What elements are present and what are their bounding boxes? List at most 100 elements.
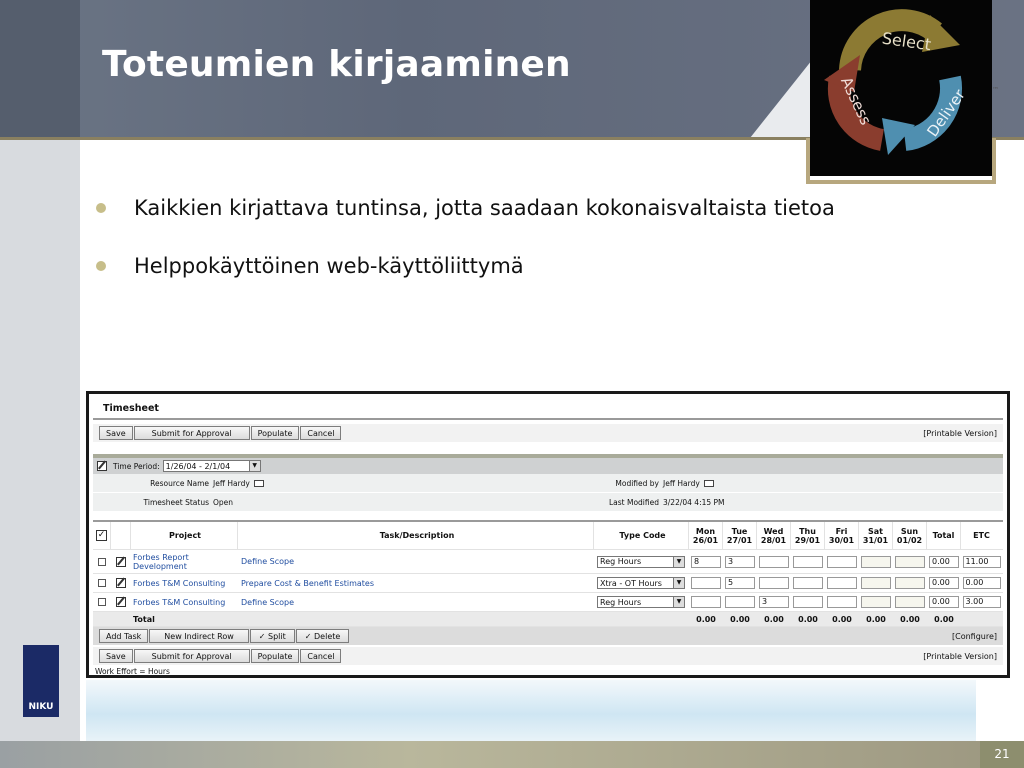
- day-name: Fri: [835, 526, 848, 536]
- save-button[interactable]: Save: [99, 426, 133, 440]
- populate-button[interactable]: Populate: [250, 649, 300, 663]
- hours-input[interactable]: [827, 555, 857, 568]
- add-task-button[interactable]: Add Task: [99, 629, 149, 643]
- cancel-button[interactable]: Cancel: [300, 649, 342, 663]
- chevron-down-icon: ▼: [673, 556, 684, 567]
- etc-input[interactable]: 0.00: [962, 577, 1001, 589]
- trademark-mark: ™: [992, 86, 999, 94]
- hours-input[interactable]: [895, 577, 925, 589]
- printable-version-link[interactable]: [Printable Version]: [923, 652, 997, 661]
- day-name: Thu: [799, 526, 816, 536]
- project-link[interactable]: Forbes T&M Consulting: [131, 598, 238, 607]
- bullet-text: Helppokäyttöinen web-käyttöliittymä: [134, 254, 524, 278]
- type-code-select[interactable]: Xtra - OT Hours ▼: [597, 577, 685, 589]
- time-period-bar: Time Period: 1/26/04 - 2/1/04 ▼: [93, 454, 1003, 474]
- etc-input[interactable]: 3.00: [962, 596, 1001, 608]
- day-name: Mon: [695, 526, 716, 536]
- hours-input[interactable]: [827, 596, 857, 608]
- bullet-dot-icon: [96, 203, 106, 213]
- day-date: 28/01: [760, 535, 787, 545]
- type-code-select[interactable]: Reg Hours ▼: [597, 555, 685, 568]
- hours-input[interactable]: [759, 555, 789, 568]
- slide-title: Toteumien kirjaaminen: [102, 44, 571, 85]
- mail-icon[interactable]: [703, 479, 714, 487]
- day-header: Thu 29/01: [791, 521, 825, 550]
- select-all-checkbox[interactable]: ✓: [96, 530, 107, 541]
- resource-name-value: Jeff Hardy: [213, 478, 250, 488]
- cancel-button[interactable]: Cancel: [300, 426, 342, 440]
- row-checkbox[interactable]: [98, 557, 106, 566]
- populate-button[interactable]: Populate: [250, 426, 300, 440]
- edit-icon[interactable]: [116, 597, 126, 607]
- etc-input[interactable]: 11.00: [962, 555, 1001, 568]
- hours-input[interactable]: 3: [725, 555, 755, 568]
- row-checkbox[interactable]: [98, 579, 106, 587]
- hours-input[interactable]: [691, 577, 721, 589]
- hours-input[interactable]: [827, 577, 857, 589]
- edit-icon[interactable]: [116, 556, 126, 567]
- submit-for-approval-button[interactable]: Submit for Approval: [133, 426, 250, 440]
- printable-version-link[interactable]: [Printable Version]: [923, 429, 997, 438]
- hours-input[interactable]: [895, 555, 925, 568]
- mail-icon[interactable]: [253, 479, 264, 487]
- day-header: Sat 31/01: [859, 521, 893, 550]
- work-effort-note: Work Effort = Hours: [95, 667, 170, 676]
- hours-input[interactable]: 5: [725, 577, 755, 589]
- hours-input[interactable]: [725, 596, 755, 608]
- row-total: 0.00: [929, 555, 959, 568]
- task-link[interactable]: Define Scope: [238, 557, 594, 566]
- project-header[interactable]: Project: [131, 521, 238, 550]
- project-link[interactable]: Forbes T&M Consulting: [131, 579, 238, 588]
- niku-logo-text: NIKU: [28, 702, 54, 712]
- submit-for-approval-button[interactable]: Submit for Approval: [133, 649, 250, 663]
- edit-icon[interactable]: [97, 461, 107, 471]
- hours-input[interactable]: [793, 555, 823, 568]
- hours-input[interactable]: [861, 555, 891, 568]
- timesheet-title: Timesheet: [93, 394, 1003, 420]
- task-link[interactable]: Define Scope: [238, 598, 594, 607]
- day-date: 30/01: [828, 535, 855, 545]
- row-checkbox[interactable]: [98, 598, 106, 606]
- last-modified-value: 3/22/04 4:15 PM: [663, 497, 725, 507]
- task-link[interactable]: Prepare Cost & Benefit Estimates: [238, 579, 594, 588]
- hours-input[interactable]: [759, 577, 789, 589]
- hours-input[interactable]: 8: [691, 555, 721, 568]
- status-row: Timesheet Status Open: [93, 493, 543, 512]
- resource-name-label: Resource Name: [150, 478, 209, 488]
- hours-input[interactable]: [861, 577, 891, 589]
- title-bar-accent: [750, 60, 812, 138]
- day-total: 0.00: [866, 614, 886, 624]
- project-link[interactable]: Forbes Report Development: [131, 553, 238, 571]
- top-toolbar: Save Submit for Approval Populate Cancel…: [93, 424, 1003, 442]
- time-period-select[interactable]: 1/26/04 - 2/1/04 ▼: [162, 460, 261, 472]
- day-date: 29/01: [794, 535, 821, 545]
- save-button[interactable]: Save: [99, 649, 133, 663]
- time-period-label: Time Period:: [113, 461, 160, 471]
- day-header: Fri 30/01: [825, 521, 859, 550]
- hours-input[interactable]: [793, 577, 823, 589]
- hours-input[interactable]: [895, 596, 925, 608]
- day-total: 0.00: [764, 614, 784, 624]
- table-row: Forbes T&M Consulting Define Scope Reg H…: [93, 593, 1003, 612]
- split-button[interactable]: ✓ Split: [249, 629, 295, 643]
- hours-input[interactable]: [793, 596, 823, 608]
- hours-input[interactable]: [691, 596, 721, 608]
- edit-icon[interactable]: [116, 578, 126, 588]
- grand-total: 0.00: [934, 614, 954, 624]
- chevron-down-icon: ▼: [248, 461, 260, 471]
- action-toolbar: Add Task New Indirect Row ✓ Split ✓ Dele…: [93, 627, 1003, 645]
- day-name: Sat: [868, 526, 883, 536]
- type-code-header[interactable]: Type Code: [594, 521, 689, 550]
- chevron-down-icon: ▼: [673, 597, 684, 607]
- hours-input[interactable]: [861, 596, 891, 608]
- task-header[interactable]: Task/Description: [238, 521, 594, 550]
- chevron-down-icon: ▼: [673, 578, 684, 588]
- configure-link[interactable]: [Configure]: [952, 632, 997, 641]
- type-code-select[interactable]: Reg Hours ▼: [597, 596, 685, 608]
- day-total: 0.00: [798, 614, 818, 624]
- delete-button[interactable]: ✓ Delete: [295, 629, 350, 643]
- hours-input[interactable]: 3: [759, 596, 789, 608]
- modified-by-label: Modified by: [615, 478, 659, 488]
- table-row: Forbes Report Development Define Scope R…: [93, 550, 1003, 574]
- new-indirect-row-button[interactable]: New Indirect Row: [149, 629, 249, 643]
